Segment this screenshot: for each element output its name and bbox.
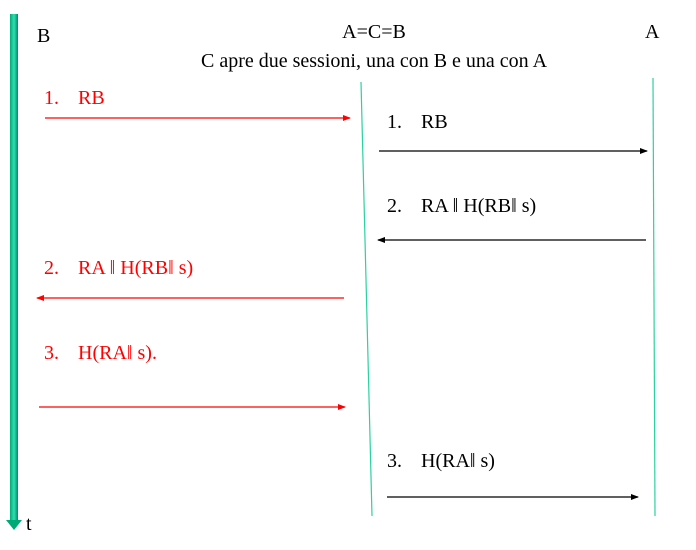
time-axis-bar [10, 14, 18, 520]
time-axis-arrowhead [6, 520, 22, 530]
message-ca-1: 1. RB [387, 112, 448, 132]
time-axis-label: t [26, 513, 32, 535]
message-bc-2: 2. RA ‖ H(RB‖ s) [44, 258, 193, 278]
message-number: 1. [44, 87, 59, 109]
message-ca-2: 2. RA ‖ H(RB‖ s) [387, 196, 536, 216]
message-bc-1: 1. RB [44, 88, 105, 108]
message-text: RA ‖ H(RB‖ s) [78, 257, 194, 279]
diagram-subtitle: C apre due sessioni, una con B e una con… [200, 50, 548, 72]
time-axis [6, 14, 22, 530]
message-text: RB [78, 87, 105, 109]
participant-b-label: B [37, 25, 51, 47]
lifeline-middle [360, 81, 373, 517]
message-number: 3. [387, 450, 402, 472]
message-number: 2. [44, 257, 59, 279]
message-number: 1. [387, 111, 402, 133]
message-bc-3: 3. H(RA‖ s). [44, 343, 157, 363]
message-ca-3: 3. H(RA‖ s) [387, 451, 495, 471]
lifeline-right [652, 77, 656, 517]
participant-a-label: A [645, 21, 660, 43]
participant-middle-label: A=C=B [342, 21, 406, 43]
message-number: 2. [387, 195, 402, 217]
message-text: RB [421, 111, 448, 133]
message-text: H(RA‖ s) [421, 450, 495, 472]
message-text: H(RA‖ s). [78, 342, 157, 364]
message-number: 3. [44, 342, 59, 364]
message-text: RA ‖ H(RB‖ s) [421, 195, 537, 217]
